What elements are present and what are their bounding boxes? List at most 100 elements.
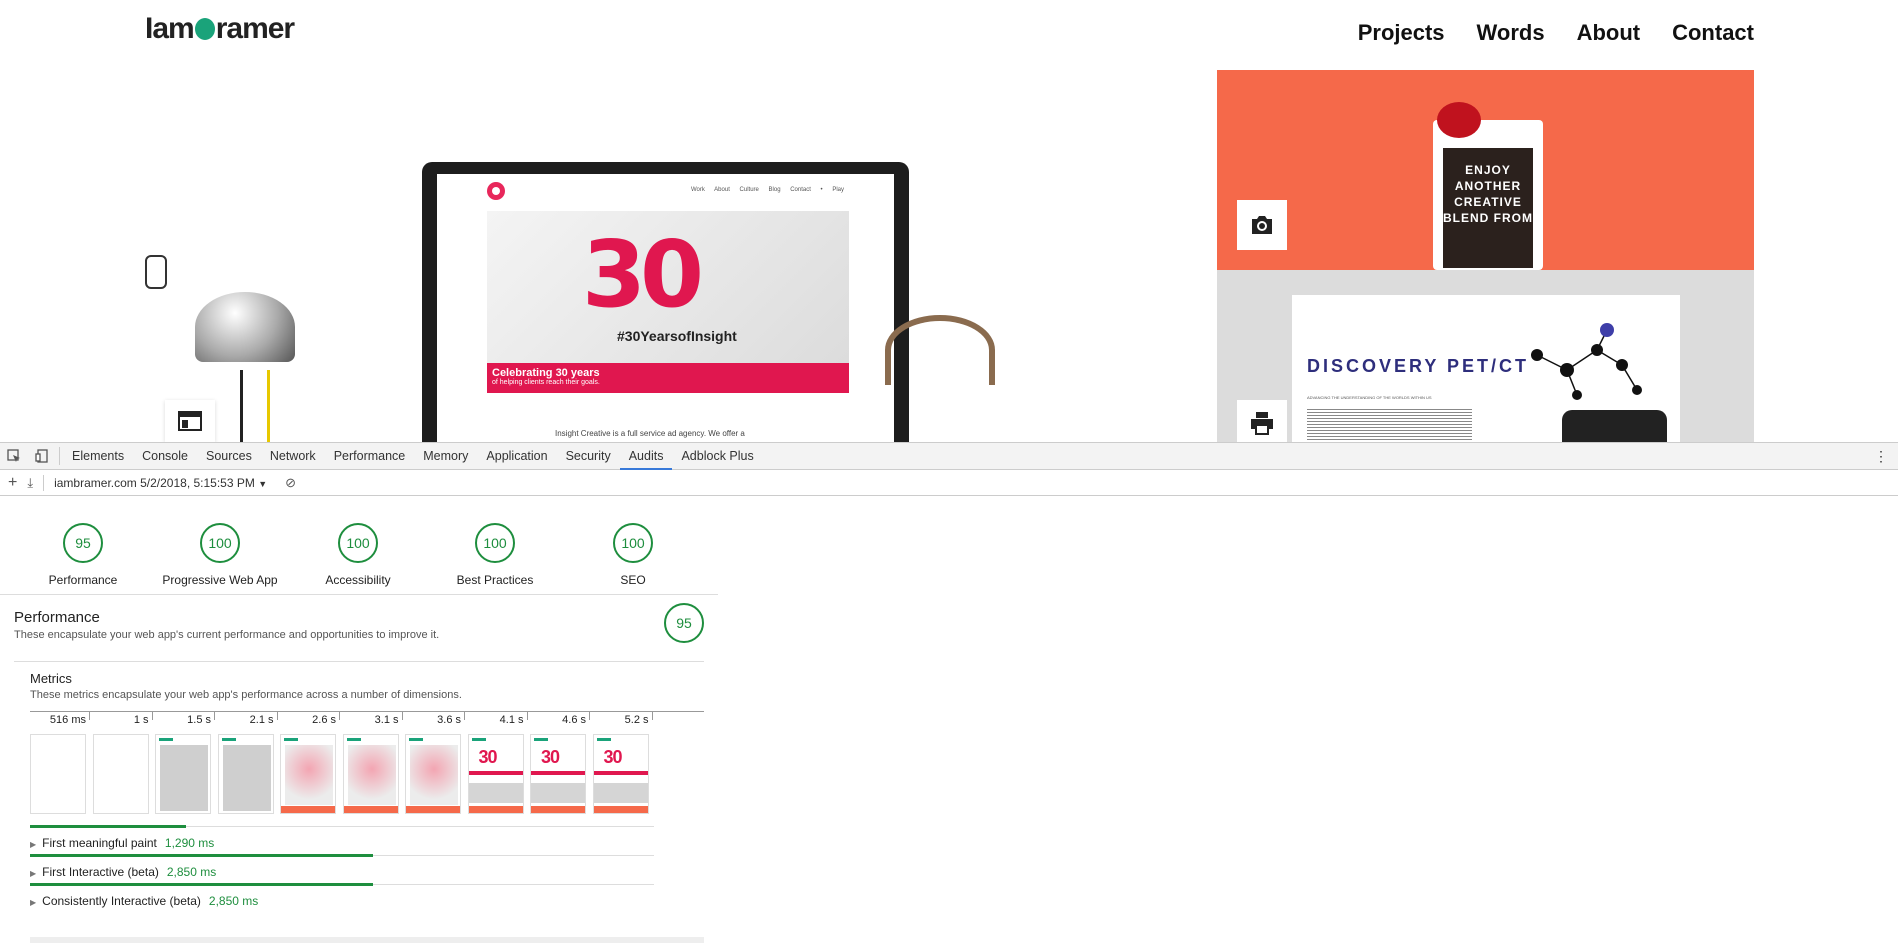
frame-tick bbox=[464, 712, 465, 720]
tab-adblock-plus[interactable]: Adblock Plus bbox=[672, 443, 762, 470]
clear-all-icon[interactable]: ⊘ bbox=[285, 475, 296, 491]
site-logo[interactable]: Iam ramer bbox=[145, 12, 295, 46]
filmstrip-frame: 5.2 s 30 bbox=[592, 712, 653, 817]
metrics-header: Metrics These metrics encapsulate your w… bbox=[30, 671, 704, 701]
hero-project-tile[interactable]: Work About Culture Blog Contact • Play 3… bbox=[145, 70, 1208, 442]
tab-security[interactable]: Security bbox=[557, 443, 620, 470]
performance-title: Performance bbox=[14, 609, 100, 626]
frame-tick bbox=[89, 712, 90, 720]
gauge-pwa[interactable]: 100 Progressive Web App bbox=[150, 523, 290, 587]
metric-row[interactable]: ▶ Consistently Interactive (beta) 2,850 ms bbox=[30, 883, 654, 913]
screen-band-title: Celebrating 30 years bbox=[492, 367, 600, 379]
website-viewport: Iam ramer Projects Words About Contact Wo… bbox=[0, 0, 1898, 442]
frame-time: 3.1 s bbox=[374, 714, 399, 726]
frame-tick bbox=[401, 712, 403, 720]
pen-cup bbox=[240, 370, 270, 442]
next-section-edge bbox=[30, 937, 704, 943]
site-nav: Projects Words About Contact bbox=[1358, 20, 1754, 46]
metric-name: First Interactive (beta) bbox=[42, 865, 159, 879]
desk-lamp-arm bbox=[145, 255, 167, 289]
frame-time: 1.5 s bbox=[187, 714, 211, 726]
frame-thumbnail bbox=[405, 734, 461, 814]
audits-toolbar: + ⤓ iambramer.com 5/2/2018, 5:15:53 PM ▼… bbox=[0, 470, 1898, 496]
nav-contact[interactable]: Contact bbox=[1672, 20, 1754, 46]
gauge-label: Progressive Web App bbox=[162, 573, 278, 587]
screen-nav: Work About Culture Blog Contact • Play bbox=[690, 187, 844, 193]
poster-body-text bbox=[1307, 407, 1472, 442]
desk-lamp-shade bbox=[195, 292, 295, 362]
printer-icon[interactable] bbox=[1237, 400, 1287, 442]
frame-tick bbox=[276, 712, 278, 720]
tab-network[interactable]: Network bbox=[261, 443, 325, 470]
frame-thumbnail bbox=[217, 734, 274, 814]
gauge-label: Accessibility bbox=[325, 573, 391, 587]
gauge-accessibility[interactable]: 100 Accessibility bbox=[288, 523, 428, 587]
frame-tick bbox=[651, 712, 653, 720]
report-select[interactable]: iambramer.com 5/2/2018, 5:15:53 PM ▼ bbox=[54, 476, 267, 490]
gauge-label: SEO bbox=[620, 573, 646, 587]
gauge-best-practices[interactable]: 100 Best Practices bbox=[425, 523, 565, 587]
more-options-icon[interactable]: ⋮ bbox=[1874, 448, 1888, 465]
gauge-score: 100 bbox=[200, 523, 240, 563]
metrics-title: Metrics bbox=[30, 671, 72, 686]
metric-name: Consistently Interactive (beta) bbox=[42, 894, 201, 908]
filmstrip-frame: 2.6 s bbox=[280, 712, 340, 817]
section-divider bbox=[14, 661, 704, 662]
frame-tick bbox=[526, 712, 528, 720]
inspect-element-icon[interactable] bbox=[0, 443, 28, 470]
performance-score: 95 bbox=[664, 603, 704, 643]
new-audit-icon[interactable]: + bbox=[8, 474, 17, 492]
filmstrip-frame: 1 s bbox=[92, 712, 153, 817]
frame-time: 2.1 s bbox=[249, 714, 274, 726]
nav-words[interactable]: Words bbox=[1477, 20, 1545, 46]
poster-title: DISCOVERY PET/CT bbox=[1307, 356, 1530, 376]
camera-icon[interactable] bbox=[1237, 200, 1287, 250]
logo-mark-icon bbox=[194, 18, 215, 40]
gauge-seo[interactable]: 100 SEO bbox=[563, 523, 703, 587]
discovery-project-tile[interactable]: DISCOVERY PET/CT ADVANCING THE UNDERSTAN… bbox=[1217, 270, 1754, 442]
toolbar-divider bbox=[43, 474, 45, 491]
device-toolbar-icon[interactable] bbox=[28, 443, 56, 470]
metric-name: First meaningful paint bbox=[42, 836, 157, 850]
frame-tick bbox=[151, 712, 153, 720]
tab-console[interactable]: Console bbox=[133, 443, 197, 470]
tab-memory[interactable]: Memory bbox=[414, 443, 477, 470]
gauge-label: Performance bbox=[48, 573, 118, 587]
tab-application[interactable]: Application bbox=[477, 443, 556, 470]
frame-tick bbox=[589, 712, 590, 720]
frame-thumbnail: 30 bbox=[467, 734, 524, 814]
molecule-graphic bbox=[1531, 323, 1642, 400]
frame-thumbnail bbox=[155, 734, 211, 814]
tab-sources[interactable]: Sources bbox=[197, 443, 261, 470]
frame-time: 2.6 s bbox=[312, 714, 336, 726]
devtools-panel: Elements Console Sources Network Perform… bbox=[0, 442, 1898, 943]
tab-performance[interactable]: Performance bbox=[325, 443, 415, 470]
tab-audits[interactable]: Audits bbox=[619, 443, 673, 470]
frame-thumbnail bbox=[280, 734, 336, 814]
chair-back bbox=[885, 315, 995, 385]
report-select-label: iambramer.com 5/2/2018, 5:15:53 PM bbox=[54, 475, 255, 490]
download-report-icon[interactable]: ⤓ bbox=[27, 475, 33, 491]
monitor-screen: Work About Culture Blog Contact • Play 3… bbox=[437, 174, 894, 442]
frame-tick bbox=[339, 712, 340, 720]
filmstrip-frame: 4.1 s 30 bbox=[467, 712, 528, 817]
metric-row[interactable]: ▶ First meaningful paint 1,290 ms bbox=[30, 825, 654, 855]
tab-elements[interactable]: Elements bbox=[63, 443, 133, 470]
coffee-project-tile[interactable]: ENJOY ANOTHER CREATIVE BLEND FROM bbox=[1217, 70, 1754, 270]
gauge-performance[interactable]: 95 Performance bbox=[13, 523, 153, 587]
gift-bow bbox=[1437, 102, 1481, 138]
frame-time: 4.1 s bbox=[499, 714, 524, 726]
metric-value: 1,290 ms bbox=[164, 836, 215, 850]
gauge-score: 95 bbox=[63, 523, 103, 563]
performance-section: Performance These encapsulate your web a… bbox=[14, 603, 704, 643]
frame-thumbnail: 30 bbox=[592, 734, 649, 814]
gauge-score: 100 bbox=[475, 523, 515, 563]
web-layout-icon[interactable] bbox=[165, 400, 215, 442]
score-gauges: 95 Performance 100 Progressive Web App 1… bbox=[0, 513, 718, 595]
screen-30-graphic: 30 bbox=[582, 221, 704, 328]
metric-row[interactable]: ▶ First Interactive (beta) 2,850 ms bbox=[30, 854, 654, 884]
nav-projects[interactable]: Projects bbox=[1358, 20, 1445, 46]
filmstrip-frame: 1.5 s bbox=[155, 712, 215, 817]
metric-label: ▶ First meaningful paint 1,290 ms bbox=[30, 836, 214, 850]
nav-about[interactable]: About bbox=[1577, 20, 1641, 46]
